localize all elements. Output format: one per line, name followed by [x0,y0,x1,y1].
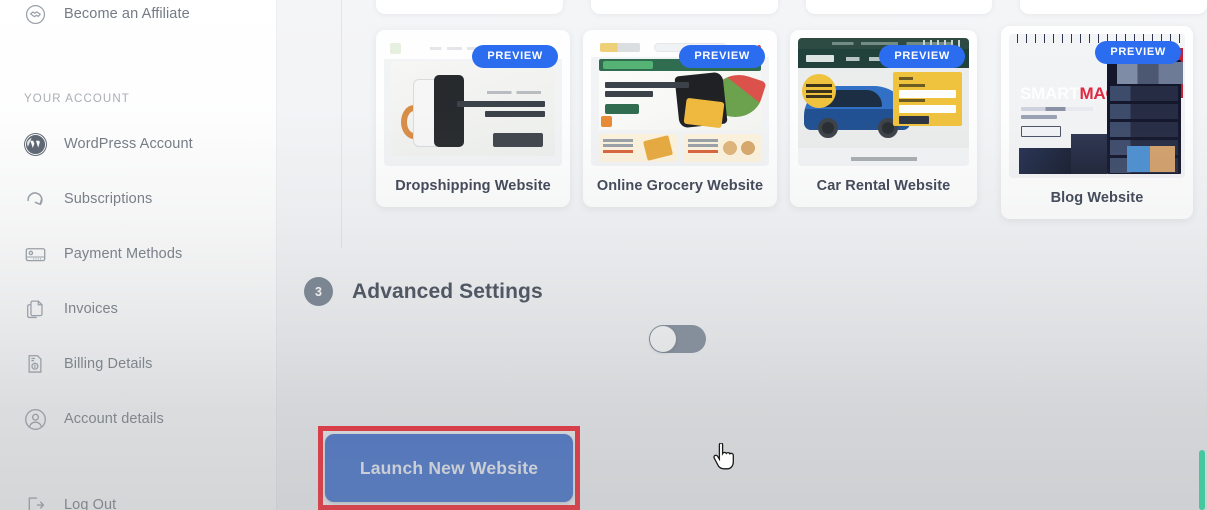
mouse-cursor-pointer-icon [713,443,734,470]
sidebar-item-label: Invoices [64,301,118,317]
template-card-partial[interactable] [376,0,563,14]
sidebar: Become an Affiliate YOUR ACCOUNT WordPre… [0,0,277,510]
sidebar-item-label: Account details [64,411,164,427]
template-card-title: Blog Website [1050,190,1144,206]
template-card-blog-website[interactable]: SMARTMAG PREVIEW Blog Website [1001,26,1193,219]
user-circle-icon [22,406,48,432]
credit-card-icon [22,241,48,267]
template-card-title: Car Rental Website [816,178,951,194]
main-content: PREVIEW Dropshipping Website PREVIEW Onl… [277,0,1207,510]
sidebar-item-log-out[interactable]: Log Out [0,488,277,510]
sidebar-item-subscriptions[interactable]: Subscriptions [0,182,277,216]
handshake-icon [22,1,48,27]
template-card-row: PREVIEW Dropshipping Website PREVIEW Onl… [376,26,1193,219]
step-number-badge: 3 [304,277,333,306]
template-card-car-rental-website[interactable]: PREVIEW Car Rental Website [790,30,977,207]
template-card-dropshipping-website[interactable]: PREVIEW Dropshipping Website [376,30,570,207]
sidebar-item-become-an-affiliate[interactable]: Become an Affiliate [0,0,277,31]
template-row-previous [277,0,1207,14]
template-card-title: Online Grocery Website [596,178,764,194]
toggle-knob [650,326,676,352]
wordpress-icon [22,131,48,157]
logout-icon [22,492,48,510]
template-thumbnail-logo: SMARTMAG [1020,84,1119,103]
sidebar-item-billing-details[interactable]: Billing Details [0,347,277,381]
website-launcher-page: Become an Affiliate YOUR ACCOUNT WordPre… [0,0,1207,510]
template-card-partial[interactable] [805,0,993,14]
step-3-header: 3 Advanced Settings [304,277,543,306]
sidebar-section-title: YOUR ACCOUNT [24,93,130,105]
sidebar-item-payment-methods[interactable]: Payment Methods [0,237,277,271]
preview-badge[interactable]: PREVIEW [1095,41,1181,64]
template-card-title: Dropshipping Website [395,178,551,194]
step-title-advanced-settings: Advanced Settings [352,279,543,303]
sidebar-item-label: WordPress Account [64,136,193,152]
sidebar-item-account-details[interactable]: Account details [0,402,277,436]
template-card-online-grocery-website[interactable]: PREVIEW Online Grocery Website [583,30,777,207]
sidebar-nav: Become an Affiliate YOUR ACCOUNT WordPre… [0,0,277,510]
refresh-icon [22,186,48,212]
launch-new-website-button[interactable]: Launch New Website [325,434,573,502]
documents-icon [22,296,48,322]
sidebar-item-label: Become an Affiliate [64,6,190,22]
invoice-icon [22,351,48,377]
sidebar-item-label: Billing Details [64,356,153,372]
advanced-settings-toggle[interactable] [649,325,706,353]
preview-badge[interactable]: PREVIEW [879,45,965,68]
step-connector-line [341,0,342,248]
sidebar-item-label: Log Out [64,497,117,510]
sidebar-item-label: Payment Methods [64,246,183,262]
template-card-partial[interactable] [1020,0,1207,14]
preview-badge[interactable]: PREVIEW [679,45,765,68]
sidebar-item-invoices[interactable]: Invoices [0,292,277,326]
preview-badge[interactable]: PREVIEW [472,45,558,68]
vertical-scrollbar-thumb[interactable] [1199,450,1205,510]
sidebar-item-wordpress-account[interactable]: WordPress Account [0,127,277,161]
sidebar-item-label: Subscriptions [64,191,153,207]
template-card-partial[interactable] [590,0,778,14]
